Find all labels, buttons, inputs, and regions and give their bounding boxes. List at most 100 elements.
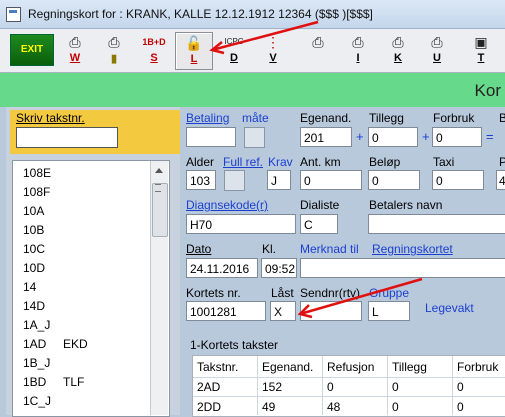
kortnr-field[interactable]: 1001281 [186, 301, 266, 321]
print-i-button[interactable]: ⎙ I [340, 32, 376, 68]
fullref-label[interactable]: Full ref. [223, 155, 263, 169]
title-bar: Regningskort for : KRANK, KALLE 12.12.19… [0, 0, 505, 29]
tillegg-label: Tillegg [369, 111, 404, 125]
list-item[interactable]: 1AD EKD [23, 337, 88, 351]
list-item[interactable]: 14D [23, 299, 45, 313]
print-k-button[interactable]: ⎙ K [380, 32, 416, 68]
list-item[interactable]: 1B_J [23, 356, 50, 370]
table-cell[interactable]: 0 [327, 380, 334, 394]
betaling-label[interactable]: Betaling [186, 111, 229, 125]
table-cell[interactable]: 49 [262, 400, 275, 414]
app-icon [6, 7, 21, 22]
list-item[interactable]: 108F [23, 185, 50, 199]
list-item[interactable]: 10A [23, 204, 44, 218]
gruppe-field[interactable]: L [368, 301, 410, 321]
list-item[interactable]: 14 [23, 280, 36, 294]
regningskortet-link[interactable]: Regningskortet [372, 242, 453, 256]
list-item[interactable]: 1BD TLF [23, 375, 84, 389]
takst-list[interactable]: 108E 108F 10A 10B 10C 10D 14 14D 1A_J 1A… [12, 160, 170, 417]
gruppe-label: Gruppe [369, 286, 410, 300]
search-label: Skriv takstnr. [16, 111, 85, 125]
list-item[interactable]: 10B [23, 223, 44, 237]
forbruk-field[interactable]: 0 [432, 127, 482, 147]
betalers-navn-field[interactable] [368, 214, 505, 234]
takstnr-search-input[interactable] [16, 127, 118, 148]
exit-button[interactable]: EXIT [10, 34, 54, 66]
kl-label: Kl. [262, 242, 277, 256]
table-cell[interactable]: 0 [392, 400, 399, 414]
table-cell[interactable]: 0 [457, 400, 464, 414]
table-cell[interactable]: 48 [327, 400, 340, 414]
kortnr-label: Kortets nr. [186, 286, 241, 300]
lock-icon: 🔓 [185, 35, 203, 51]
diagnose-label[interactable]: Diagnsekode(r) [186, 198, 268, 212]
antkm-field[interactable]: 0 [300, 170, 362, 190]
list-item[interactable]: 10D [23, 261, 45, 275]
table-cell[interactable]: 0 [392, 380, 399, 394]
column-header: Refusjon [327, 360, 375, 374]
dialiste-field[interactable]: C [300, 214, 338, 234]
print-button[interactable]: ⎙ [300, 32, 336, 68]
printer-icon: ⎙ [312, 34, 324, 50]
toolbar: EXIT ⎙ W ⎙ ▮ 1B+D S 🔓 L ICPC D ⋮ V ⎙ ⎙ I… [0, 29, 505, 73]
egenand-label: Egenand. [300, 111, 352, 125]
column-header: Egenand. [262, 360, 314, 374]
print-s-button[interactable]: ⎙ ▮ [96, 32, 132, 68]
plus-sign: + [422, 129, 430, 144]
v-button[interactable]: ⋮ V [255, 32, 291, 68]
t-button[interactable]: ▣ T [463, 32, 499, 68]
sendnr-label: Sendnr(rtv) [300, 286, 361, 300]
t-label: T [477, 52, 485, 64]
print-i-label: I [356, 52, 360, 64]
taxi-field[interactable]: 0 [432, 170, 484, 190]
column-header: Forbruk [457, 360, 499, 374]
list-item[interactable]: 1C_J [23, 394, 51, 408]
column-header: Tillegg [392, 360, 427, 374]
banner-title: Kor [474, 81, 501, 100]
forbruk-label: Forbruk [433, 111, 475, 125]
v-label: V [269, 52, 277, 64]
merknad-field[interactable] [300, 258, 505, 278]
printer-icon: ⎙ [108, 34, 120, 50]
alder-field[interactable]: 103 [186, 170, 216, 190]
fullref-field[interactable] [224, 170, 245, 191]
print-w-button[interactable]: ⎙ W [57, 32, 93, 68]
krav-field[interactable]: J [267, 170, 291, 190]
list-item[interactable]: 1A_J [23, 318, 50, 332]
betalers-navn-label: Betalers navn [369, 198, 443, 212]
krav-label: Krav [268, 155, 293, 169]
dato-field[interactable]: 24.11.2016 [186, 258, 258, 278]
1bd-button[interactable]: 1B+D S [136, 32, 172, 68]
table-cell[interactable]: 2DD [197, 400, 221, 414]
list-scrollbar[interactable] [150, 161, 168, 415]
lock-button[interactable]: 🔓 L [175, 32, 213, 70]
p-field[interactable]: 4 [496, 170, 505, 190]
printer-icon: ⎙ [431, 34, 443, 50]
icpc-button[interactable]: ICPC D [216, 32, 252, 68]
maate-field[interactable] [244, 127, 265, 148]
table-cell[interactable]: 0 [457, 380, 464, 394]
scroll-up-icon[interactable] [155, 168, 163, 173]
sendnr-field[interactable] [300, 301, 362, 321]
maate-label: måte [242, 111, 269, 125]
tillegg-field[interactable]: 0 [368, 127, 418, 147]
list-item[interactable]: 10C [23, 242, 45, 256]
belop-field[interactable]: 0 [368, 170, 420, 190]
plus-sign: + [356, 129, 364, 144]
document-icon: ▣ [474, 34, 488, 50]
print-u-button[interactable]: ⎙ U [419, 32, 455, 68]
dato-label: Dato [186, 242, 212, 256]
banner: Kor [0, 73, 505, 107]
print-u-label: U [433, 52, 441, 64]
diagnose-field[interactable]: H70 [186, 214, 296, 234]
egenand-field[interactable]: 201 [300, 127, 352, 147]
list-item[interactable]: 108E [23, 166, 51, 180]
icpc-label: D [230, 52, 238, 64]
column-header: Takstnr. [197, 360, 239, 374]
printer-icon: ⎙ [352, 34, 364, 50]
table-cell[interactable]: 152 [262, 380, 282, 394]
kl-field[interactable]: 09:52 [261, 258, 297, 278]
table-cell[interactable]: 2AD [197, 380, 220, 394]
betaling-field[interactable] [186, 127, 236, 147]
last-field[interactable]: X [270, 301, 296, 321]
